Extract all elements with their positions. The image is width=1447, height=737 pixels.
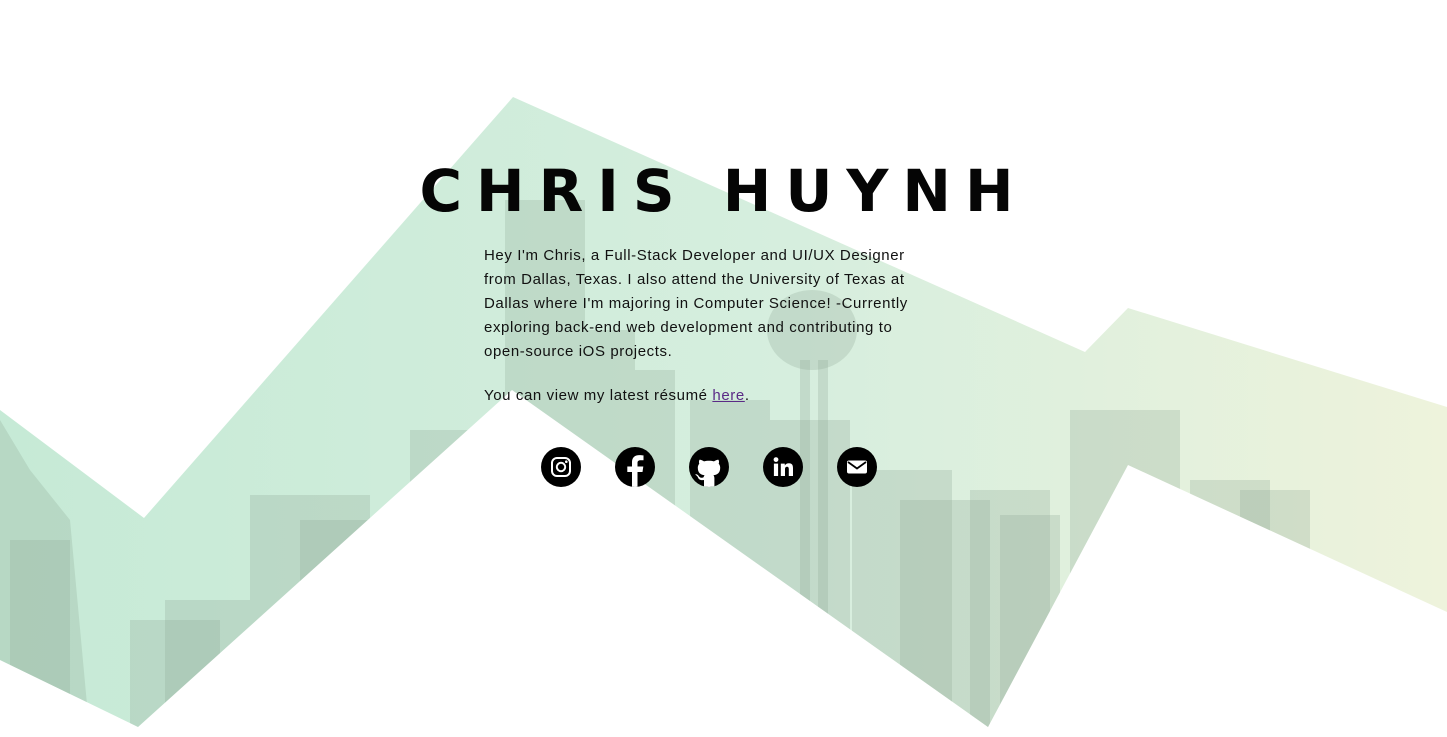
hero: CHRIS HUYNH Hey I'm Chris, a Full-Stack …	[0, 0, 1447, 737]
github-icon[interactable]	[689, 447, 729, 487]
social-links	[541, 447, 877, 487]
linkedin-icon[interactable]	[763, 447, 803, 487]
bio-paragraph: Hey I'm Chris, a Full-Stack Developer an…	[484, 247, 908, 360]
instagram-icon[interactable]	[541, 447, 581, 487]
resume-suffix: .	[744, 387, 750, 404]
facebook-icon[interactable]	[615, 447, 655, 487]
resume-link[interactable]: here	[712, 387, 744, 404]
resume-line: You can view my latest résumé here.	[484, 384, 750, 408]
resume-prefix: You can view my latest résumé	[484, 387, 713, 404]
page-title: CHRIS HUYNH	[419, 157, 1028, 225]
email-icon[interactable]	[837, 447, 877, 487]
